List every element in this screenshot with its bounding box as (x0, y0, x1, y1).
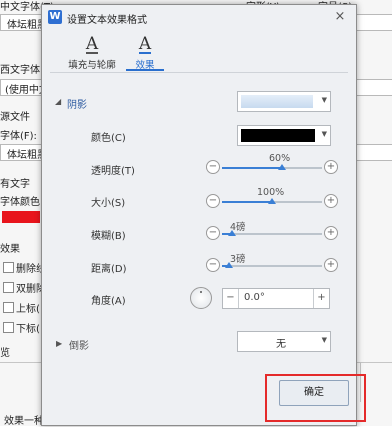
blur-value: 4磅 (230, 222, 246, 233)
transparency-value: 60% (269, 153, 291, 164)
bg-label-superscript: 上标( (16, 304, 40, 315)
bg-label-preview: 览 (0, 348, 10, 359)
bg-superscript-checkbox[interactable] (3, 302, 14, 313)
bg-complex-font-field[interactable]: 体坛粗黑 (0, 144, 47, 161)
shadow-section-header: 阴影 (67, 100, 87, 111)
angle-decrease-button[interactable]: − (223, 289, 239, 308)
tab-effects[interactable]: A 效果 (128, 35, 162, 73)
shadow-color-picker[interactable]: ▼ (237, 125, 331, 146)
angle-dial[interactable] (190, 287, 212, 309)
size-slider-thumb[interactable] (268, 198, 276, 204)
angle-increase-button[interactable]: + (313, 289, 329, 308)
transparency-increase-button[interactable]: + (324, 160, 338, 174)
bg-chinese-font-field[interactable]: 体坛粗黑 (0, 14, 47, 31)
blur-label: 模糊(B) (91, 231, 126, 242)
transparency-label: 透明度(T) (91, 166, 135, 177)
tab-separator (50, 72, 348, 73)
bg-font-color-swatch[interactable] (2, 211, 40, 223)
active-tab-indicator (126, 69, 164, 71)
angle-spinbox[interactable]: − 0.0° + (222, 288, 330, 309)
shadow-preset-dropdown[interactable]: ▼ (237, 91, 331, 112)
size-increase-button[interactable]: + (324, 194, 338, 208)
bg-label-complex: 源文件 (0, 112, 30, 123)
reflection-expand-icon[interactable]: ▶ (56, 339, 62, 348)
bg-strikethrough-checkbox[interactable] (3, 262, 14, 273)
bg-complex-size-field[interactable] (356, 144, 392, 161)
text-fill-icon: A (85, 34, 99, 54)
blur-decrease-button[interactable]: − (206, 226, 220, 240)
distance-value: 3磅 (230, 254, 246, 265)
bg-size-field[interactable] (356, 14, 392, 31)
chevron-down-icon: ▼ (321, 130, 327, 138)
size-decrease-button[interactable]: − (206, 194, 220, 208)
close-button[interactable]: × (332, 9, 348, 25)
size-value: 100% (257, 187, 285, 198)
size-slider-fill (222, 201, 272, 203)
blur-slider-track[interactable] (222, 233, 322, 235)
size-label: 大小(S) (91, 198, 126, 209)
bg-subscript-checkbox[interactable] (3, 322, 14, 333)
text-effect-icon: A (138, 34, 152, 54)
reflection-section-header: 倒影 (69, 341, 89, 352)
bg-label-font: 字体(F): (0, 131, 37, 142)
distance-label: 距离(D) (91, 264, 127, 275)
angle-dial-marker (200, 291, 202, 293)
distance-slider-track[interactable] (222, 265, 322, 267)
bg-double-strike-checkbox[interactable] (3, 282, 14, 293)
bg-label-subscript: 下标( (16, 324, 40, 335)
reflection-dropdown[interactable]: 无 ▼ (237, 331, 331, 352)
color-label: 颜色(C) (91, 133, 126, 144)
reflection-value: 无 (276, 339, 286, 350)
bg-label-font-color: 字体颜色 (0, 197, 40, 208)
chevron-down-icon: ▼ (321, 96, 327, 104)
tab-fill-outline-label: 填充与轮廓 (68, 60, 116, 71)
bg-western-size-field[interactable] (356, 79, 392, 96)
transparency-decrease-button[interactable]: − (206, 160, 220, 174)
text-effect-format-dialog: W 设置文本效果格式 × A 填充与轮廓 A 效果 ◢ 阴影 ▼ 颜色(C) ▼… (41, 4, 357, 426)
angle-label: 角度(A) (91, 296, 126, 307)
transparency-slider-thumb[interactable] (278, 164, 286, 170)
shadow-expand-icon[interactable]: ◢ (55, 97, 61, 106)
highlight-annotation-box (265, 374, 366, 422)
bg-label-all-text: 有文字 (0, 179, 30, 190)
transparency-slider-fill (222, 167, 282, 169)
blur-increase-button[interactable]: + (324, 226, 338, 240)
shadow-preset-preview (241, 95, 313, 108)
wps-logo-icon: W (48, 10, 62, 24)
distance-increase-button[interactable]: + (324, 258, 338, 272)
dialog-title: 设置文本效果格式 (67, 15, 147, 26)
dialog-titlebar[interactable]: W 设置文本效果格式 × (42, 5, 356, 29)
angle-value[interactable]: 0.0° (244, 292, 265, 303)
distance-decrease-button[interactable]: − (206, 258, 220, 272)
tab-fill-outline[interactable]: A 填充与轮廓 (60, 35, 124, 73)
bg-western-font-field[interactable]: (使用中文 (0, 79, 49, 96)
shadow-color-swatch (241, 129, 315, 142)
bg-label-western-font: 西文字体 (0, 65, 40, 76)
chevron-down-icon: ▼ (321, 336, 327, 344)
bg-label-effects: 效果 (0, 244, 20, 255)
